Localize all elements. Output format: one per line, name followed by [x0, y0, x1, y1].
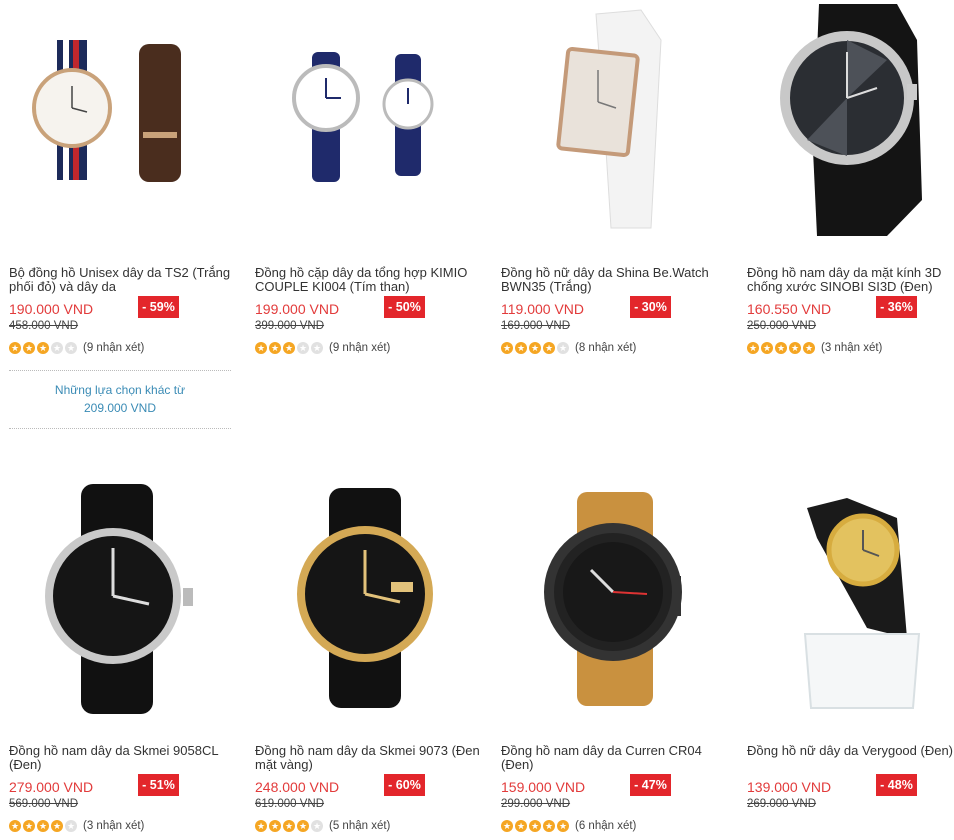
rating: ★ ★ ★ ★ ★ (3 nhận xét) — [747, 342, 882, 354]
old-price: 250.000 VND — [747, 320, 817, 332]
product-price: 279.000 VND — [9, 779, 94, 795]
more-options-price: 209.000 VND — [83, 401, 157, 415]
old-price: 269.000 VND — [747, 798, 817, 810]
star-icon: ★ — [37, 820, 49, 832]
star-icon: ★ — [529, 820, 541, 832]
product-title[interactable]: Đồng hồ nữ dây da Verygood (Đen) — [747, 744, 954, 758]
star-icon: ★ — [543, 342, 555, 354]
review-count[interactable]: (6 nhận xét) — [575, 820, 636, 832]
star-rating: ★ ★ ★ ★ ★ — [255, 342, 325, 354]
star-icon: ★ — [557, 820, 569, 832]
more-options-label: Những lựa chọn khác từ — [54, 383, 186, 397]
old-price: 299.000 VND — [501, 798, 571, 810]
gold-watch-icon[interactable] — [255, 478, 477, 718]
old-price: 569.000 VND — [9, 798, 79, 810]
product-price: 139.000 VND — [747, 779, 832, 795]
star-icon: ★ — [775, 342, 787, 354]
rating: ★ ★ ★ ★ ★ (8 nhận xét) — [501, 342, 636, 354]
star-icon: ★ — [65, 820, 77, 832]
star-icon: ★ — [51, 342, 63, 354]
star-icon: ★ — [9, 820, 21, 832]
product-title[interactable]: Đồng hồ nam dây da Curren CR04 (Đen) — [501, 744, 731, 772]
discount-badge: - 50% — [384, 296, 425, 318]
rating: ★ ★ ★ ★ ★ (9 nhận xét) — [9, 342, 144, 354]
rating: ★ ★ ★ ★ ★ (5 nhận xét) — [255, 820, 390, 832]
star-icon: ★ — [23, 342, 35, 354]
star-icon: ★ — [283, 820, 295, 832]
skmei-watch-icon[interactable] — [9, 478, 231, 718]
product-title[interactable]: Đồng hồ nam dây da Skmei 9073 (Đen mặt v… — [255, 744, 485, 772]
old-price: 169.000 VND — [501, 320, 571, 332]
discount-badge: - 51% — [138, 774, 179, 796]
star-icon: ★ — [529, 342, 541, 354]
product-price: 159.000 VND — [501, 779, 586, 795]
star-icon: ★ — [543, 820, 555, 832]
product-price: 199.000 VND — [255, 301, 340, 317]
star-icon: ★ — [501, 342, 513, 354]
black-watch-icon[interactable] — [747, 0, 954, 240]
review-count[interactable]: (8 nhận xét) — [575, 342, 636, 354]
old-price: 619.000 VND — [255, 798, 325, 810]
star-icon: ★ — [9, 342, 21, 354]
discount-badge: - 36% — [876, 296, 917, 318]
discount-badge: - 60% — [384, 774, 425, 796]
old-price: 458.000 VND — [9, 320, 79, 332]
review-count[interactable]: (3 nhận xét) — [83, 820, 144, 832]
review-count[interactable]: (9 nhận xét) — [83, 342, 144, 354]
star-icon: ★ — [311, 820, 323, 832]
star-icon: ★ — [255, 820, 267, 832]
discount-badge: - 47% — [630, 774, 671, 796]
couple-watch-icon[interactable] — [255, 0, 477, 240]
star-rating: ★ ★ ★ ★ ★ — [255, 820, 325, 832]
star-rating: ★ ★ ★ ★ ★ — [747, 342, 817, 354]
rating: ★ ★ ★ ★ ★ (6 nhận xét) — [501, 820, 636, 832]
product-price: 248.000 VND — [255, 779, 340, 795]
star-rating: ★ ★ ★ ★ ★ — [501, 820, 571, 832]
watch-set-icon[interactable] — [9, 0, 231, 240]
star-icon: ★ — [65, 342, 77, 354]
star-icon: ★ — [747, 342, 759, 354]
white-watch-icon[interactable] — [501, 0, 723, 240]
star-icon: ★ — [803, 342, 815, 354]
star-icon: ★ — [297, 820, 309, 832]
rating: ★ ★ ★ ★ ★ (3 nhận xét) — [9, 820, 144, 832]
verygood-watch-icon[interactable] — [747, 478, 954, 718]
star-icon: ★ — [515, 342, 527, 354]
product-title[interactable]: Đồng hồ nữ dây da Shina Be.Watch BWN35 (… — [501, 266, 731, 294]
curren-watch-icon[interactable] — [501, 478, 723, 718]
review-count[interactable]: (9 nhận xét) — [329, 342, 390, 354]
old-price: 399.000 VND — [255, 320, 325, 332]
review-count[interactable]: (3 nhận xét) — [821, 342, 882, 354]
star-rating: ★ ★ ★ ★ ★ — [9, 820, 79, 832]
star-icon: ★ — [501, 820, 513, 832]
star-icon: ★ — [789, 342, 801, 354]
star-rating: ★ ★ ★ ★ ★ — [501, 342, 571, 354]
product-title[interactable]: Bộ đồng hồ Unisex dây da TS2 (Trắng phối… — [9, 266, 239, 294]
product-title[interactable]: Đồng hồ nam dây da mặt kính 3D chống xướ… — [747, 266, 954, 294]
star-icon: ★ — [283, 342, 295, 354]
rating: ★ ★ ★ ★ ★ (9 nhận xét) — [255, 342, 390, 354]
star-icon: ★ — [311, 342, 323, 354]
star-icon: ★ — [515, 820, 527, 832]
star-icon: ★ — [761, 342, 773, 354]
product-price: 190.000 VND — [9, 301, 94, 317]
star-icon: ★ — [255, 342, 267, 354]
review-count[interactable]: (5 nhận xét) — [329, 820, 390, 832]
star-icon: ★ — [37, 342, 49, 354]
discount-badge: - 48% — [876, 774, 917, 796]
product-title[interactable]: Đồng hồ cặp dây da tổng hợp KIMIO COUPLE… — [255, 266, 485, 294]
product-price: 160.550 VND — [747, 301, 832, 317]
star-icon: ★ — [23, 820, 35, 832]
product-title[interactable]: Đồng hồ nam dây da Skmei 9058CL (Đen) — [9, 744, 239, 772]
star-icon: ★ — [297, 342, 309, 354]
discount-badge: - 59% — [138, 296, 179, 318]
star-icon: ★ — [269, 342, 281, 354]
star-icon: ★ — [51, 820, 63, 832]
star-rating: ★ ★ ★ ★ ★ — [9, 342, 79, 354]
star-icon: ★ — [557, 342, 569, 354]
discount-badge: - 30% — [630, 296, 671, 318]
star-icon: ★ — [269, 820, 281, 832]
product-price: 119.000 VND — [501, 301, 585, 317]
more-options-link[interactable]: Những lựa chọn khác từ 209.000 VND — [9, 370, 231, 429]
